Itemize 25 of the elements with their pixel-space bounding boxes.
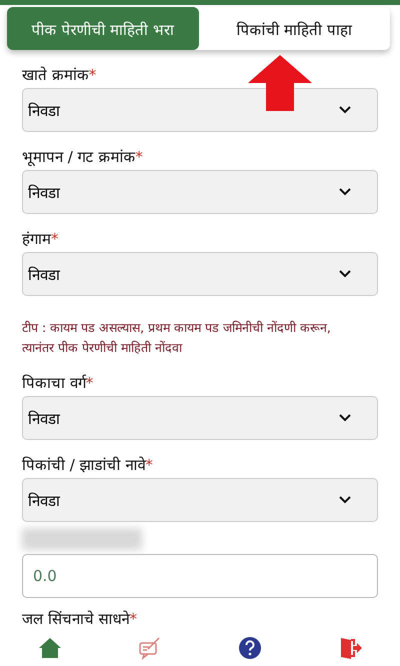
- field-label: पिकांची / झाडांची नावे*: [22, 455, 154, 476]
- field-label: पिकाचा वर्ग*: [22, 373, 94, 394]
- input-field[interactable]: 0.0: [22, 554, 378, 598]
- home-icon[interactable]: [38, 636, 62, 660]
- dropdown[interactable]: निवडा: [22, 478, 378, 522]
- dropdown[interactable]: निवडा: [22, 170, 378, 214]
- tab[interactable]: पीक पेरणीची माहिती भरा: [7, 7, 198, 50]
- dropdown[interactable]: निवडा: [22, 252, 378, 296]
- help-icon[interactable]: [238, 636, 262, 660]
- up-arrow-icon: [248, 55, 312, 111]
- logout-icon[interactable]: [338, 636, 362, 660]
- dropdown[interactable]: निवडा: [22, 396, 378, 440]
- chevron-down-icon: [339, 496, 351, 504]
- dropdown[interactable]: निवडा: [22, 88, 378, 132]
- chevron-down-icon: [339, 414, 351, 422]
- chevron-down-icon: [339, 188, 351, 196]
- chevron-down-icon: [339, 270, 351, 278]
- chevron-down-icon: [339, 106, 351, 114]
- field-label: जल सिंचनाचे साधने*: [22, 609, 138, 630]
- note-text: टीप : कायम पड असल्यास, प्रथम कायम पड जमिनीची नोंदणी करून, त्यानंतर पीक पेरणीची माहिती नोंदवा: [22, 319, 332, 357]
- tab[interactable]: पिकांची माहिती पाहा: [198, 7, 390, 50]
- chat-pen-icon[interactable]: [138, 636, 162, 660]
- field-label: हंगाम*: [22, 229, 60, 250]
- field-label: भूमापन / गट क्रमांक*: [22, 147, 144, 168]
- field-label: खाते क्रमांक*: [22, 65, 98, 86]
